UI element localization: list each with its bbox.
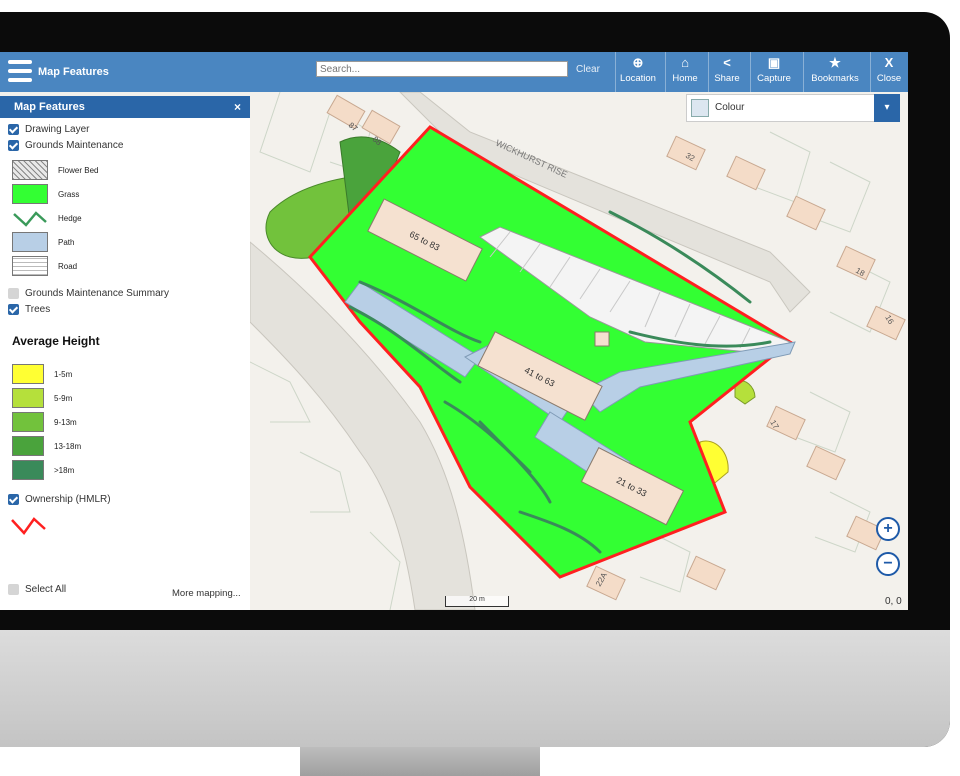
legend-height-4: 13-18m	[12, 436, 81, 456]
height-swatch	[12, 388, 44, 408]
legend-flower-bed: Flower Bed	[12, 160, 98, 180]
zoom-in-button[interactable]: +	[876, 517, 900, 541]
chevron-down-icon[interactable]: ▾	[874, 94, 900, 122]
colour-select[interactable]: Colour	[686, 94, 878, 122]
legend-height-5: >18m	[12, 460, 74, 480]
checkbox-icon[interactable]	[8, 494, 19, 505]
checkbox-icon[interactable]	[8, 304, 19, 315]
share-icon: <	[723, 55, 731, 70]
panel-close-icon[interactable]: ×	[234, 96, 241, 118]
app-screen: 65 to 83 41 to 63 21 to 33 WICKHURST RIS…	[0, 52, 908, 610]
checkbox-icon[interactable]	[8, 124, 19, 135]
height-swatch	[12, 436, 44, 456]
share-button[interactable]: < Share	[708, 52, 745, 92]
toolbar-title: Map Features	[38, 66, 109, 78]
panel-title: Map Features	[14, 101, 85, 113]
close-button[interactable]: X Close	[870, 52, 907, 92]
star-icon: ★	[829, 55, 841, 70]
panel-header: Map Features ×	[0, 96, 250, 118]
search-input[interactable]	[316, 61, 568, 77]
capture-button[interactable]: ▣ Capture	[750, 52, 797, 92]
menu-icon[interactable]	[8, 60, 32, 84]
legend-height-1: 1-5m	[12, 364, 72, 384]
camera-icon: ▣	[767, 55, 781, 70]
map-features-panel: Map Features × Drawing Layer Grounds Mai…	[0, 96, 250, 610]
colour-select-label: Colour	[715, 102, 745, 113]
close-icon: X	[884, 55, 894, 70]
checkbox-icon[interactable]	[8, 584, 19, 595]
road-swatch	[12, 256, 48, 276]
layer-trees[interactable]: Trees	[8, 304, 50, 315]
average-height-title: Average Height	[12, 334, 100, 348]
monitor-stand	[300, 747, 540, 776]
scale-bar: 20 m	[445, 596, 509, 607]
checkbox-icon[interactable]	[8, 140, 19, 151]
checkbox-icon[interactable]	[8, 288, 19, 299]
clear-button[interactable]: Clear	[576, 64, 600, 75]
location-button[interactable]: ⊕ Location	[615, 52, 660, 92]
layer-icon	[691, 99, 709, 117]
height-swatch	[12, 364, 44, 384]
legend-height-2: 5-9m	[12, 388, 72, 408]
bookmarks-button[interactable]: ★ Bookmarks	[803, 52, 866, 92]
legend-height-3: 9-13m	[12, 412, 77, 432]
hedge-icon	[13, 211, 47, 227]
layer-drawing[interactable]: Drawing Layer	[8, 124, 89, 135]
zoom-out-button[interactable]: −	[876, 552, 900, 576]
flower-bed-swatch	[12, 160, 48, 180]
coordinate-readout: 0, 0	[885, 596, 902, 607]
layer-gm-summary[interactable]: Grounds Maintenance Summary	[8, 288, 169, 299]
map-canvas[interactable]: 65 to 83 41 to 63 21 to 33 WICKHURST RIS…	[250, 92, 908, 610]
location-icon: ⊕	[632, 55, 644, 70]
grass-swatch	[12, 184, 48, 204]
height-swatch	[12, 412, 44, 432]
layer-grounds-maintenance[interactable]: Grounds Maintenance	[8, 140, 123, 151]
height-swatch	[12, 460, 44, 480]
more-mapping-link[interactable]: More mapping...	[172, 588, 241, 599]
layer-ownership[interactable]: Ownership (HMLR)	[8, 494, 111, 505]
home-icon: ⌂	[681, 55, 689, 70]
legend-path: Path	[12, 232, 74, 252]
legend-road: Road	[12, 256, 77, 276]
legend-hedge: Hedge	[12, 208, 82, 228]
ownership-line-icon	[11, 517, 46, 535]
monitor-chin	[0, 630, 950, 747]
path-swatch	[12, 232, 48, 252]
home-button[interactable]: ⌂ Home	[665, 52, 704, 92]
select-all[interactable]: Select All	[8, 584, 66, 595]
legend-grass: Grass	[12, 184, 79, 204]
top-toolbar: Map Features Clear ⊕Location ⌂Home <Shar…	[0, 52, 908, 92]
